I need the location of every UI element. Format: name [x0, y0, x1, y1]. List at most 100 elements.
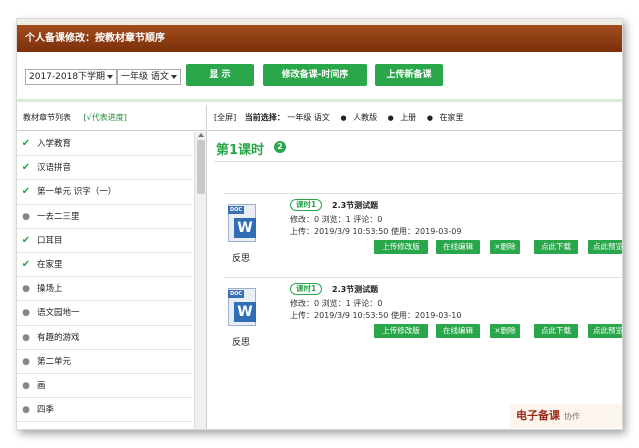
breadcrumb-item: 上册	[400, 113, 417, 122]
bullet-icon: ●	[22, 405, 30, 416]
doc-label: 反思	[232, 254, 251, 264]
watermark-logo: 电子备课 协作	[510, 404, 622, 428]
chapter-item[interactable]: ● 语文园地一	[17, 301, 193, 326]
chapter-item[interactable]: ✔ 汉语拼音	[17, 156, 193, 181]
doc-band: DOC	[228, 290, 244, 298]
chapter-item[interactable]: ● 有趣的游戏	[17, 326, 193, 350]
lesson-tag: 课时1	[290, 199, 323, 211]
chapter-item[interactable]: ● 一去二三里	[17, 205, 193, 229]
bullet-icon: ●	[22, 332, 30, 343]
count-badge: 2	[274, 141, 286, 153]
current-selection-label: 当前选择：	[244, 113, 285, 122]
chevron-down-icon	[107, 75, 113, 79]
progress-note: [√代表进度]	[83, 113, 127, 122]
bullet-icon: ●	[22, 284, 30, 295]
main-panel: [全屏] 当前选择： 一年级 语文 ● 人教版 ● 上册 ● 在家里 第1课时 …	[208, 105, 622, 429]
grade-select[interactable]: 一年级 语文	[117, 69, 181, 85]
watermark-sub: 协作	[564, 412, 580, 421]
breadcrumb-item: 人教版	[353, 113, 378, 122]
check-icon: ✔	[21, 138, 31, 149]
bullet-icon: ●	[426, 114, 433, 122]
lesson-dates: 上传：2019/3/9 10:53:50 使用：2019-03-09	[290, 227, 462, 236]
word-doc-icon[interactable]: DOC W	[228, 288, 260, 326]
show-button[interactable]: 显 示	[186, 64, 254, 86]
chapter-item[interactable]: ● 四季	[17, 398, 193, 423]
check-icon: ✔	[21, 234, 31, 246]
chevron-down-icon	[171, 75, 177, 79]
delete-button[interactable]: ×删除	[490, 240, 520, 254]
chapter-label: 口耳目	[37, 235, 63, 246]
chapter-item[interactable]: ✔ 第一单元 识字（一）	[17, 180, 193, 205]
chapter-label: 语文园地一	[37, 308, 80, 319]
online-edit-button[interactable]: 在线编辑	[436, 240, 480, 254]
check-icon: ✔	[21, 162, 31, 174]
lesson-tag: 课时1	[290, 283, 323, 295]
upload-new-button[interactable]: 上传新备课	[375, 64, 443, 86]
chapter-item[interactable]: ● 第二单元	[17, 350, 193, 374]
chapter-item[interactable]: ✔ 口耳目	[17, 229, 193, 253]
bullet-icon: ●	[340, 114, 347, 122]
chapter-label: 第二单元	[37, 356, 72, 367]
chapter-item[interactable]: ● 画	[17, 374, 193, 399]
online-edit-button[interactable]: 在线编辑	[436, 324, 480, 338]
chapter-label: 第一单元 识字（一）	[37, 187, 117, 198]
window-title: 个人备课修改：按教材章节顺序	[17, 25, 622, 52]
upload-revision-button[interactable]: 上传修改版	[374, 324, 428, 338]
chapter-item[interactable]: ✔ 入学教育	[17, 132, 193, 157]
edit-timeline-button[interactable]: 修改备课-时间序	[263, 64, 367, 86]
sidebar-scrollbar[interactable]	[194, 132, 206, 429]
fullscreen-link[interactable]: [全屏]	[214, 113, 236, 122]
grade-select-value: 一年级 语文	[121, 72, 169, 82]
upload-revision-button[interactable]: 上传修改版	[374, 240, 428, 254]
lesson-card: DOC W 反思 课时1 2.3节测试题 修改：0 浏览：1 评论：0 上传：2…	[224, 193, 622, 275]
app-window: 个人备课修改：按教材章节顺序 2017-2018下学期 一年级 语文 显 示 修…	[16, 18, 623, 430]
chapter-label: 有趣的游戏	[37, 332, 80, 343]
lesson-stats: 修改：0 浏览：1 评论：0	[290, 299, 383, 308]
divider	[214, 161, 622, 162]
chapter-item[interactable]: ● 操场上	[17, 277, 193, 302]
sidebar-title: 教材章节列表	[23, 113, 71, 122]
chapter-label: 四季	[37, 405, 55, 416]
doc-label: 反思	[232, 338, 251, 348]
term-select[interactable]: 2017-2018下学期	[25, 69, 117, 85]
doc-band: DOC	[228, 206, 244, 214]
toolbar: 2017-2018下学期 一年级 语文 显 示 修改备课-时间序 上传新备课	[17, 52, 622, 102]
watermark-text: 电子备课	[516, 409, 560, 422]
chapter-label: 画	[37, 380, 46, 391]
preview-button[interactable]: 点此预览	[588, 240, 622, 254]
section-title: 第1课时	[216, 143, 265, 158]
check-icon: ✔	[21, 186, 31, 198]
doc-letter: W	[234, 218, 256, 238]
bullet-icon: ●	[22, 308, 30, 319]
breadcrumb: [全屏] 当前选择： 一年级 语文 ● 人教版 ● 上册 ● 在家里	[208, 105, 622, 131]
chapter-label: 入学教育	[37, 139, 72, 149]
lesson-title[interactable]: 2.3节测试题	[332, 200, 378, 211]
lesson-card: DOC W 反思 课时1 2.3节测试题 修改：0 浏览：1 评论：0 上传：2…	[224, 277, 622, 359]
lesson-title[interactable]: 2.3节测试题	[332, 284, 378, 295]
chapter-sidebar: 教材章节列表 [√代表进度] ✔ 入学教育 ✔ 汉语拼音 ✔ 第一单元 识字（一） ●…	[17, 105, 207, 429]
doc-letter: W	[234, 302, 256, 322]
chapter-label: 操场上	[37, 284, 63, 295]
delete-button[interactable]: ×删除	[490, 324, 520, 338]
bullet-icon: ●	[22, 380, 30, 391]
breadcrumb-item: 一年级 语文	[287, 113, 330, 122]
download-button[interactable]: 点此下载	[534, 240, 578, 254]
chapter-item[interactable]: ✔ 在家里	[17, 253, 193, 278]
term-select-value: 2017-2018下学期	[29, 72, 106, 82]
bullet-icon: ●	[22, 211, 30, 222]
chapter-label: 汉语拼音	[37, 163, 72, 174]
bullet-icon: ●	[387, 114, 394, 122]
word-doc-icon[interactable]: DOC W	[228, 204, 260, 242]
check-icon: ✔	[21, 258, 31, 270]
chapter-label: 在家里	[37, 259, 63, 270]
chapter-list: ✔ 入学教育 ✔ 汉语拼音 ✔ 第一单元 识字（一） ● 一去二三里 ✔ 口耳目 ✔ 在家里…	[17, 132, 193, 423]
lesson-dates: 上传：2019/3/9 10:53:50 使用：2019-03-10	[290, 311, 462, 320]
lesson-stats: 修改：0 浏览：1 评论：0	[290, 215, 383, 224]
breadcrumb-item: 在家里	[439, 113, 464, 122]
scroll-up-icon[interactable]	[198, 133, 204, 137]
sidebar-header: 教材章节列表 [√代表进度]	[17, 105, 206, 131]
download-button[interactable]: 点此下载	[534, 324, 578, 338]
preview-button[interactable]: 点此预览	[588, 324, 622, 338]
chapter-label: 一去二三里	[37, 211, 80, 222]
scrollbar-thumb[interactable]	[197, 140, 205, 194]
